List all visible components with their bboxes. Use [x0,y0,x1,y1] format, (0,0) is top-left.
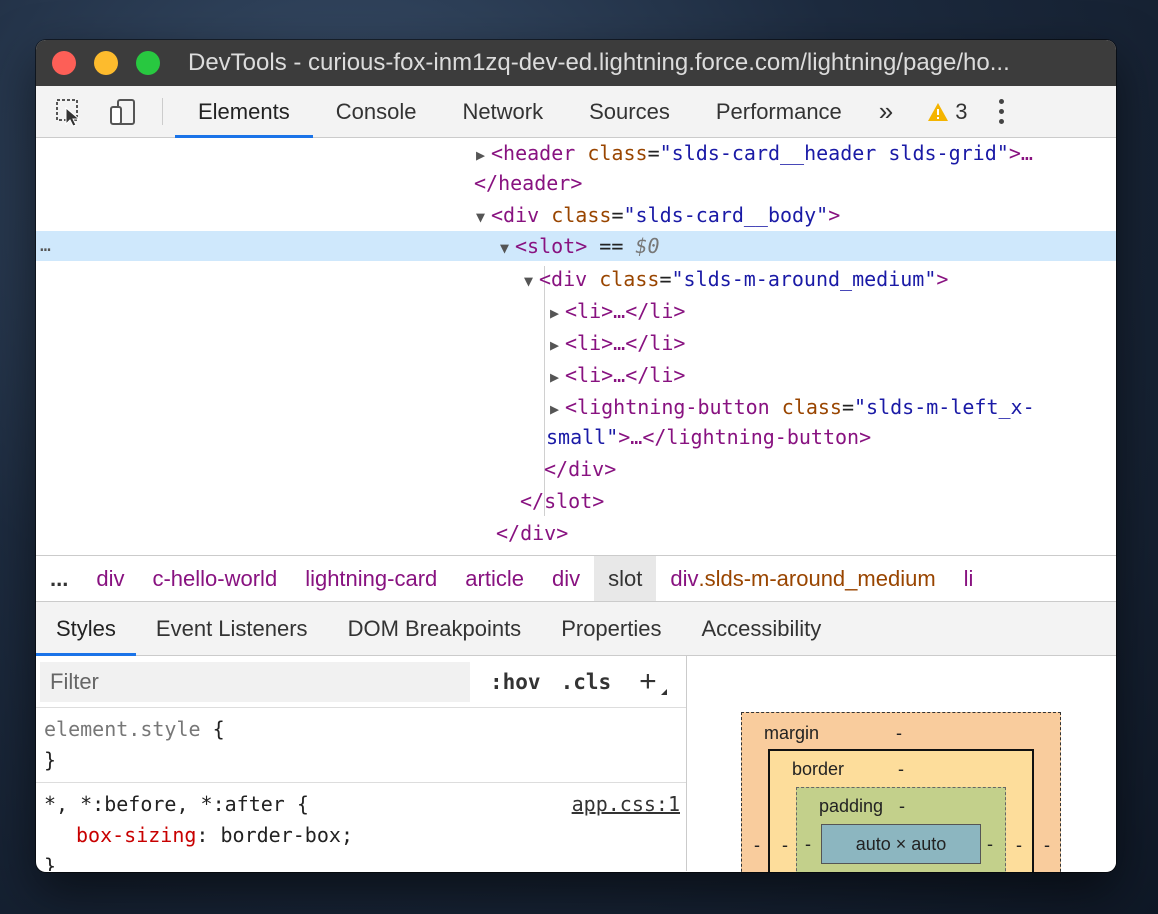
close-window-button[interactable] [52,51,76,75]
css-property-name[interactable]: box-sizing [76,823,196,847]
toolbar-separator [162,98,163,125]
window-controls [52,51,160,75]
border-left-value[interactable]: - [782,835,788,856]
customize-menu-button[interactable] [980,86,1024,137]
devtools-window: DevTools - curious-fox-inm1zq-dev-ed.lig… [36,40,1116,872]
stylesheet-source-link[interactable]: app.css:1 [572,789,680,820]
border-label: border [792,759,845,779]
maximize-window-button[interactable] [136,51,160,75]
inspect-element-icon[interactable] [42,86,96,137]
tab-performance[interactable]: Performance [693,86,865,137]
box-model-content[interactable]: auto × auto [821,824,981,864]
new-style-rule-button[interactable]: + [639,665,666,699]
breadcrumb-item[interactable]: c-hello-world [138,556,291,601]
tab-properties[interactable]: Properties [541,602,681,655]
breadcrumb-item[interactable]: div [538,556,594,601]
margin-label: margin [764,723,820,743]
padding-label: padding [819,796,884,816]
styles-filter-bar: Filter :hov .cls + [36,656,686,708]
tab-event-listeners[interactable]: Event Listeners [136,602,328,655]
collapse-arrow-icon[interactable]: ▼ [476,202,491,232]
styles-pane: Filter :hov .cls + element.style { } *, … [36,656,687,871]
padding-right-value[interactable]: - [987,834,993,855]
breadcrumb-item[interactable]: lightning-card [291,556,451,601]
padding-top-value[interactable]: - [899,796,905,817]
title-bar: DevTools - curious-fox-inm1zq-dev-ed.lig… [36,40,1116,86]
class-toggle[interactable]: .cls [561,670,612,694]
kebab-icon [999,99,1005,124]
breadcrumb-item-div-class[interactable]: div .slds-m-around_medium [656,556,949,601]
tab-dom-breakpoints[interactable]: DOM Breakpoints [328,602,542,655]
dom-node-lightning-button-cont[interactable]: small">…</lightning-button> [36,422,1116,452]
box-model-border[interactable]: border - - - padding - - - auto × auto [768,749,1034,872]
expand-arrow-icon[interactable]: ▶ [476,140,491,170]
collapse-arrow-icon[interactable]: ▼ [500,233,515,263]
css-property-value[interactable]: border-box [221,823,341,847]
warnings-counter[interactable]: 3 [927,86,968,137]
hover-state-toggle[interactable]: :hov [490,670,541,694]
dom-node-slot-close[interactable]: </slot> [36,486,1116,516]
border-top-value[interactable]: - [898,759,904,780]
breadcrumb-item[interactable]: div [82,556,138,601]
dom-tree[interactable]: ▶ <header class="slds-card__header slds-g… [36,138,1116,556]
padding-left-value[interactable]: - [805,834,811,855]
styles-area: Filter :hov .cls + element.style { } *, … [36,656,1116,872]
sidebar-tabs: Styles Event Listeners DOM Breakpoints P… [36,602,1116,656]
dom-node-lightning-button[interactable]: ▶ <lightning-button class="slds-m-left_x- [36,392,1116,422]
expand-arrow-icon[interactable]: ▶ [550,394,565,424]
box-model-pane: margin - - - border - - - padding - - - … [687,656,1116,872]
dom-node-li[interactable]: ▶ <li>…</li> [36,360,1116,390]
collapse-arrow-icon[interactable]: ▼ [524,266,539,296]
styles-filter-input[interactable]: Filter [40,661,470,702]
main-toolbar: Elements Console Network Sources Perform… [36,86,1116,138]
dom-node-slot-selected[interactable]: … ▼ <slot> == $0 [36,231,1116,261]
breadcrumb: ... div c-hello-world lightning-card art… [36,556,1116,602]
warning-count: 3 [955,98,968,124]
dom-node-li[interactable]: ▶ <li>…</li> [36,296,1116,326]
expand-arrow-icon[interactable]: ▶ [550,330,565,360]
margin-left-value[interactable]: - [754,835,760,856]
breadcrumb-overflow[interactable]: ... [36,556,82,601]
dom-node-card-body[interactable]: ▼ <div class="slds-card__body"> [36,200,1116,230]
tab-console[interactable]: Console [313,86,440,137]
dom-node-div-around-medium[interactable]: ▼ <div class="slds-m-around_medium"> [36,264,1116,294]
expand-arrow-icon[interactable]: ▶ [550,362,565,392]
style-rule-universal: *, *:before, *:after { box-sizing: borde… [36,783,686,871]
more-tabs-button[interactable]: » [865,86,907,137]
minimize-window-button[interactable] [94,51,118,75]
style-rule-element: element.style { } [36,708,686,783]
dom-node-li[interactable]: ▶ <li>…</li> [36,328,1116,358]
box-model-margin[interactable]: margin - - - border - - - padding - - - … [741,712,1061,872]
tab-sources[interactable]: Sources [566,86,693,137]
rule-selector[interactable]: element.style [44,717,201,741]
tab-network[interactable]: Network [439,86,566,137]
rule-selector[interactable]: *, *:before, *:after [44,792,285,816]
warning-icon [928,102,949,121]
tab-accessibility[interactable]: Accessibility [681,602,841,655]
tab-elements[interactable]: Elements [175,86,313,138]
dom-node-header-close[interactable]: </header> [36,168,1116,198]
gutter-ellipsis[interactable]: … [40,231,52,261]
margin-top-value[interactable]: - [896,723,902,744]
breadcrumb-item[interactable]: article [451,556,538,601]
dom-node-div-close[interactable]: </div> [36,454,1116,484]
box-model-padding[interactable]: padding - - - auto × auto [796,787,1006,872]
breadcrumb-item-current[interactable]: slot [594,556,657,601]
window-title: DevTools - curious-fox-inm1zq-dev-ed.lig… [188,49,1010,76]
margin-right-value[interactable]: - [1044,835,1050,856]
dom-node-div-close[interactable]: </div> [36,518,1116,548]
breadcrumb-item[interactable]: li [950,556,988,601]
device-toolbar-icon[interactable] [96,86,150,137]
expand-arrow-icon[interactable]: ▶ [550,298,565,328]
tab-styles[interactable]: Styles [36,602,136,656]
border-right-value[interactable]: - [1016,835,1022,856]
dom-node-header[interactable]: ▶ <header class="slds-card__header slds-g… [36,138,1116,168]
